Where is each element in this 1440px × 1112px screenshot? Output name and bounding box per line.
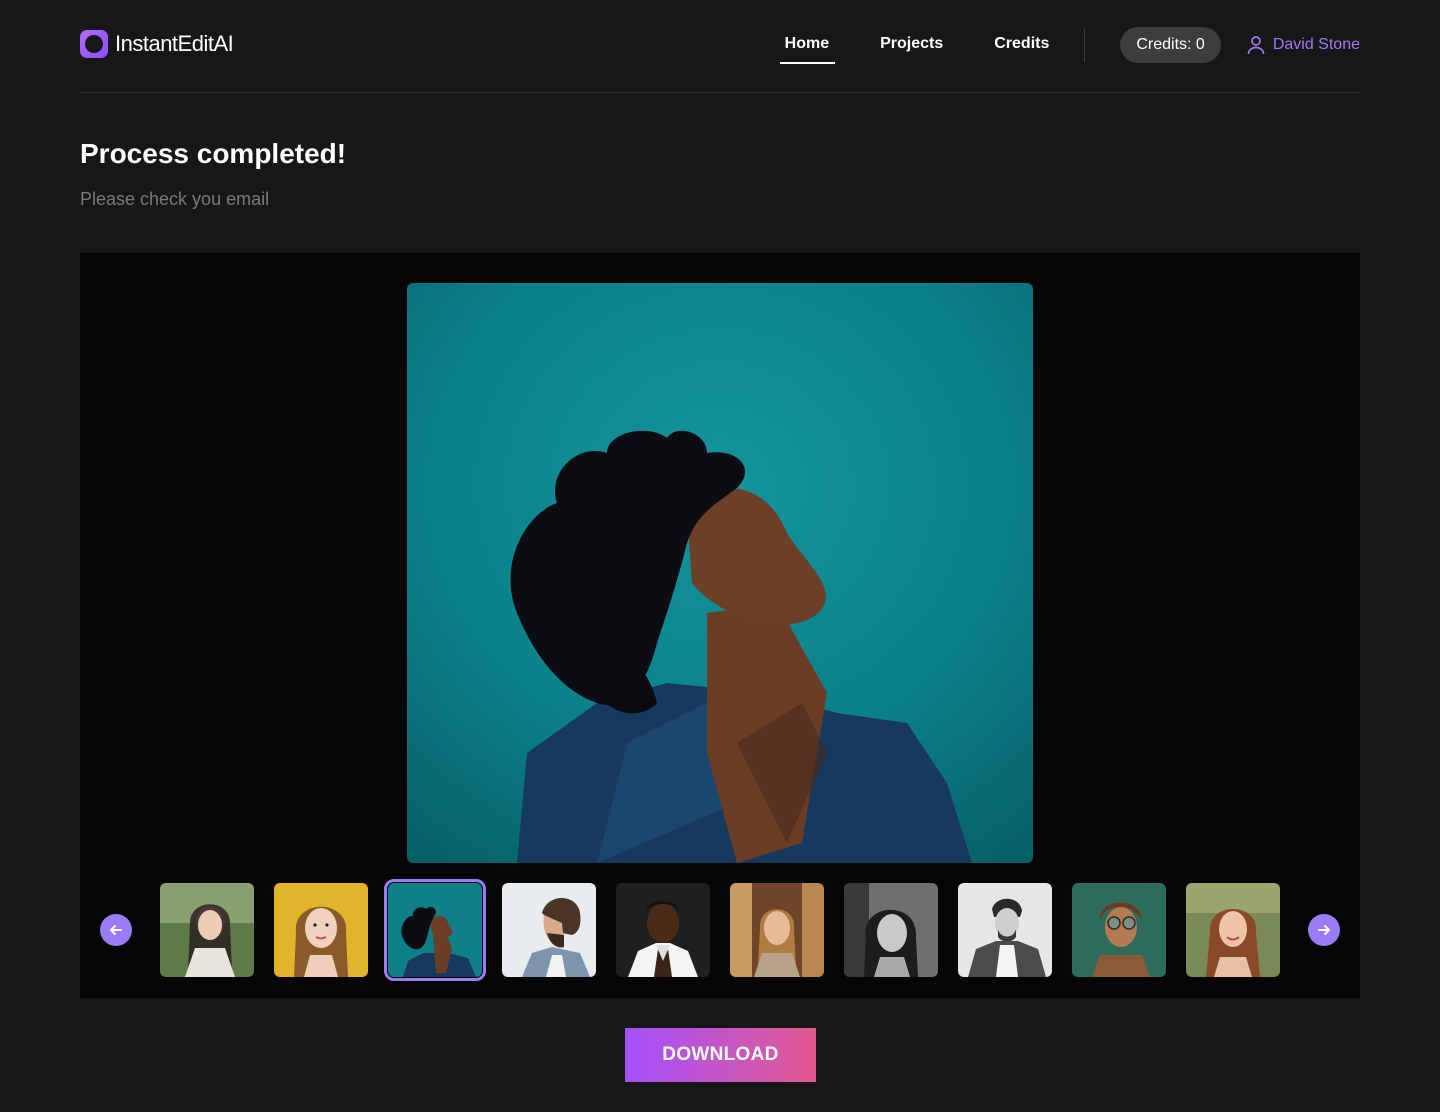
- thumbnail[interactable]: [274, 883, 368, 977]
- credits-badge[interactable]: Credits: 0: [1120, 27, 1221, 63]
- nav-link-home[interactable]: Home: [779, 26, 836, 64]
- top-header: InstantEditAI Home Projects Credits Cred…: [80, 0, 1360, 93]
- thumbnail[interactable]: [616, 883, 710, 977]
- thumbnail[interactable]: [502, 883, 596, 977]
- nav-link-projects[interactable]: Projects: [880, 26, 943, 64]
- main-preview-image: [407, 283, 1033, 863]
- thumbnail[interactable]: [730, 883, 824, 977]
- thumbnail[interactable]: [958, 883, 1052, 977]
- previous-button[interactable]: [100, 914, 132, 946]
- thumbnail[interactable]: [1186, 883, 1280, 977]
- result-gallery: [80, 253, 1360, 998]
- thumbnail[interactable]: [844, 883, 938, 977]
- thumbnail-strip: [160, 879, 1280, 981]
- next-button[interactable]: [1308, 914, 1340, 946]
- logo-icon: [80, 30, 108, 58]
- nav-link-credits[interactable]: Credits: [994, 26, 1049, 64]
- thumbnail[interactable]: [384, 879, 486, 981]
- arrow-right-icon: [1318, 925, 1330, 935]
- user-icon: [1247, 36, 1265, 55]
- app-name: InstantEditAI: [115, 31, 234, 56]
- download-button[interactable]: DOWNLOAD: [625, 1028, 816, 1082]
- nav-divider: [1084, 28, 1086, 62]
- user-menu[interactable]: David Stone: [1247, 35, 1360, 55]
- page-subtitle: Please check you email: [80, 189, 270, 209]
- thumbnail[interactable]: [1072, 883, 1166, 977]
- app-logo[interactable]: InstantEditAI: [80, 30, 234, 58]
- arrow-left-icon: [110, 925, 122, 935]
- thumbnail[interactable]: [160, 883, 254, 977]
- user-name: David Stone: [1272, 36, 1360, 53]
- main-nav: Home Projects Credits Credits: 0 David S…: [779, 26, 1360, 64]
- page-title: Process completed!: [80, 138, 347, 169]
